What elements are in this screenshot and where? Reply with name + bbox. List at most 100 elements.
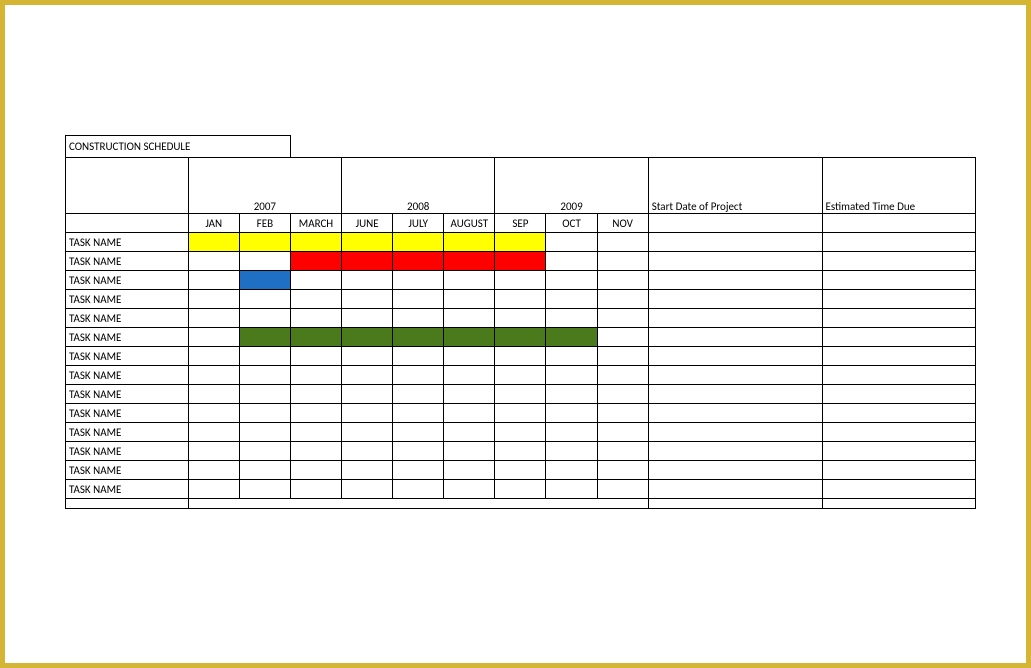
task-name-cell[interactable]: TASK NAME [66, 423, 189, 442]
gantt-cell[interactable] [393, 309, 444, 328]
task-name-cell[interactable]: TASK NAME [66, 309, 189, 328]
gantt-cell[interactable] [546, 404, 597, 423]
gantt-cell[interactable] [546, 271, 597, 290]
gantt-cell[interactable] [188, 461, 239, 480]
gantt-cell[interactable] [393, 442, 444, 461]
task-name-cell[interactable]: TASK NAME [66, 328, 189, 347]
gantt-cell[interactable] [239, 423, 290, 442]
est-time-cell[interactable] [822, 404, 976, 423]
gantt-cell[interactable] [239, 290, 290, 309]
gantt-cell[interactable] [393, 328, 444, 347]
est-time-cell[interactable] [822, 309, 976, 328]
gantt-cell[interactable] [188, 404, 239, 423]
gantt-cell[interactable] [239, 309, 290, 328]
gantt-cell[interactable] [239, 480, 290, 499]
gantt-cell[interactable] [342, 366, 393, 385]
est-time-cell[interactable] [822, 290, 976, 309]
gantt-cell[interactable] [444, 271, 495, 290]
est-time-cell[interactable] [822, 252, 976, 271]
gantt-cell[interactable] [393, 366, 444, 385]
gantt-cell[interactable] [444, 366, 495, 385]
gantt-cell[interactable] [239, 252, 290, 271]
gantt-cell[interactable] [597, 252, 648, 271]
start-date-cell[interactable] [648, 366, 822, 385]
gantt-cell[interactable] [342, 423, 393, 442]
est-time-cell[interactable] [822, 461, 976, 480]
gantt-cell[interactable] [597, 347, 648, 366]
gantt-cell[interactable] [290, 328, 341, 347]
gantt-cell[interactable] [342, 385, 393, 404]
gantt-cell[interactable] [444, 461, 495, 480]
gantt-cell[interactable] [393, 480, 444, 499]
gantt-cell[interactable] [188, 442, 239, 461]
gantt-cell[interactable] [546, 233, 597, 252]
est-time-cell[interactable] [822, 328, 976, 347]
start-date-cell[interactable] [648, 442, 822, 461]
gantt-cell[interactable] [290, 347, 341, 366]
gantt-cell[interactable] [495, 480, 546, 499]
est-time-cell[interactable] [822, 423, 976, 442]
gantt-cell[interactable] [597, 233, 648, 252]
start-date-cell[interactable] [648, 404, 822, 423]
gantt-cell[interactable] [342, 461, 393, 480]
gantt-cell[interactable] [393, 404, 444, 423]
gantt-cell[interactable] [393, 347, 444, 366]
gantt-cell[interactable] [393, 461, 444, 480]
gantt-cell[interactable] [495, 385, 546, 404]
gantt-cell[interactable] [290, 404, 341, 423]
est-time-cell[interactable] [822, 480, 976, 499]
gantt-cell[interactable] [495, 347, 546, 366]
gantt-cell[interactable] [444, 290, 495, 309]
gantt-cell[interactable] [342, 233, 393, 252]
task-name-cell[interactable]: TASK NAME [66, 385, 189, 404]
gantt-cell[interactable] [342, 290, 393, 309]
task-name-cell[interactable]: TASK NAME [66, 404, 189, 423]
gantt-cell[interactable] [495, 461, 546, 480]
gantt-cell[interactable] [188, 366, 239, 385]
task-name-cell[interactable]: TASK NAME [66, 290, 189, 309]
gantt-cell[interactable] [290, 461, 341, 480]
gantt-cell[interactable] [597, 385, 648, 404]
gantt-cell[interactable] [290, 480, 341, 499]
gantt-cell[interactable] [188, 233, 239, 252]
gantt-cell[interactable] [188, 328, 239, 347]
task-name-cell[interactable]: TASK NAME [66, 366, 189, 385]
gantt-cell[interactable] [239, 461, 290, 480]
gantt-cell[interactable] [239, 366, 290, 385]
gantt-cell[interactable] [444, 423, 495, 442]
start-date-cell[interactable] [648, 271, 822, 290]
gantt-cell[interactable] [495, 233, 546, 252]
start-date-cell[interactable] [648, 233, 822, 252]
est-time-cell[interactable] [822, 233, 976, 252]
gantt-cell[interactable] [546, 442, 597, 461]
gantt-cell[interactable] [495, 290, 546, 309]
est-time-cell[interactable] [822, 271, 976, 290]
gantt-cell[interactable] [342, 442, 393, 461]
gantt-cell[interactable] [188, 271, 239, 290]
est-time-cell[interactable] [822, 385, 976, 404]
gantt-cell[interactable] [290, 442, 341, 461]
gantt-cell[interactable] [444, 442, 495, 461]
task-name-cell[interactable]: TASK NAME [66, 252, 189, 271]
task-name-cell[interactable]: TASK NAME [66, 461, 189, 480]
task-name-cell[interactable]: TASK NAME [66, 233, 189, 252]
gantt-cell[interactable] [342, 309, 393, 328]
gantt-cell[interactable] [444, 404, 495, 423]
gantt-cell[interactable] [444, 480, 495, 499]
gantt-cell[interactable] [239, 442, 290, 461]
gantt-cell[interactable] [188, 309, 239, 328]
gantt-cell[interactable] [188, 290, 239, 309]
gantt-cell[interactable] [393, 385, 444, 404]
gantt-cell[interactable] [597, 366, 648, 385]
gantt-cell[interactable] [188, 385, 239, 404]
gantt-cell[interactable] [342, 328, 393, 347]
gantt-cell[interactable] [342, 271, 393, 290]
gantt-cell[interactable] [546, 461, 597, 480]
gantt-cell[interactable] [597, 442, 648, 461]
gantt-cell[interactable] [597, 309, 648, 328]
gantt-cell[interactable] [597, 404, 648, 423]
task-name-cell[interactable]: TASK NAME [66, 271, 189, 290]
gantt-cell[interactable] [290, 252, 341, 271]
gantt-cell[interactable] [546, 423, 597, 442]
gantt-cell[interactable] [188, 347, 239, 366]
